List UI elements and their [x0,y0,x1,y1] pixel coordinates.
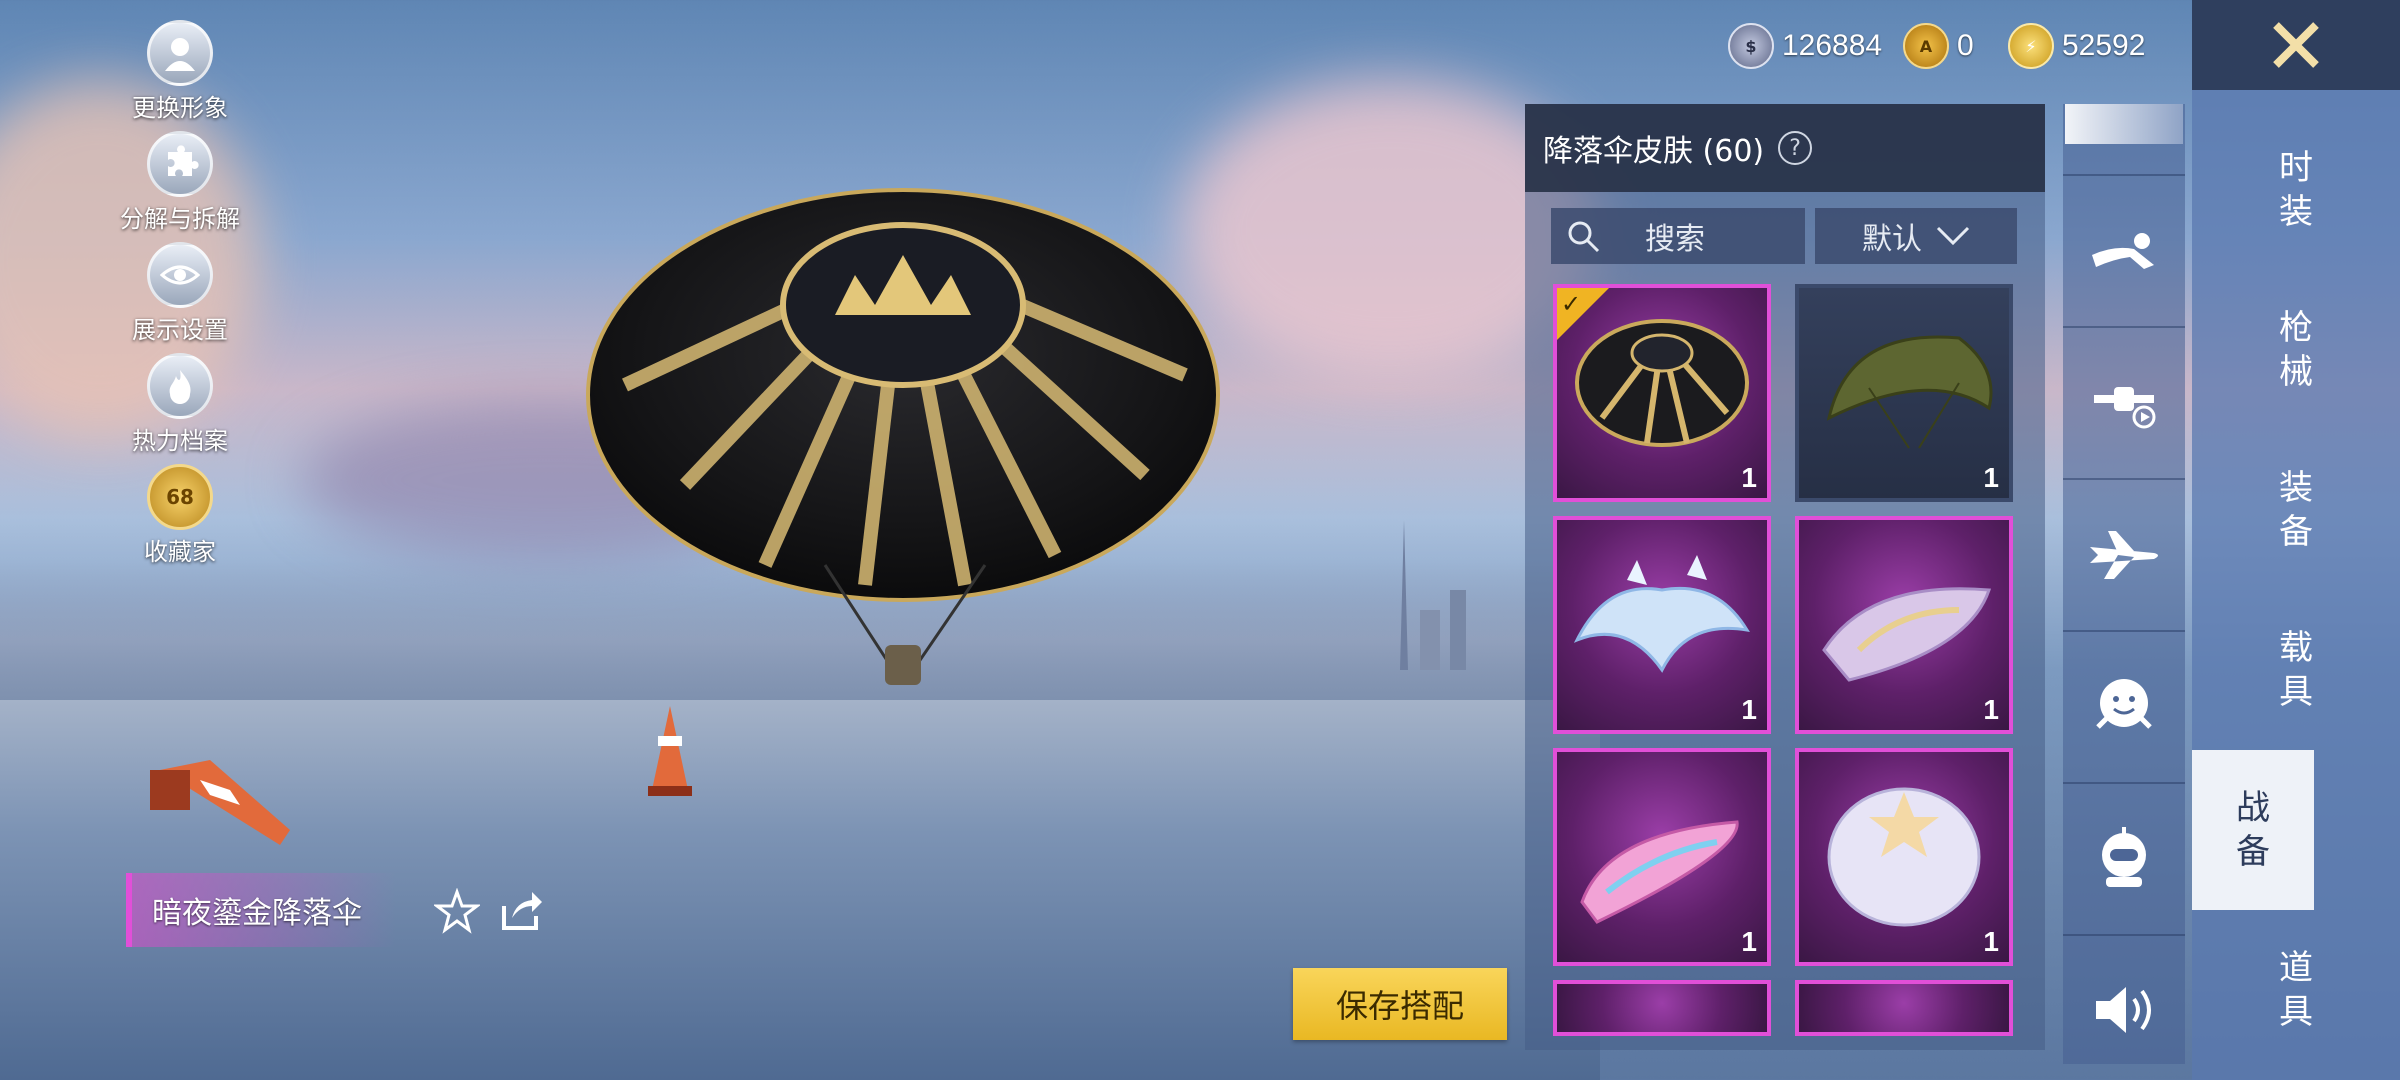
panel-header: 降落伞皮肤 (60) ? [1525,104,2045,192]
category-label: 装备 [2279,468,2313,552]
sub-category-skydive[interactable] [2063,174,2185,324]
puzzle-icon [147,131,213,197]
category-label: 道具 [2279,948,2313,1032]
tower-icon [1400,520,1466,670]
drone-icon [2094,387,2156,429]
sub-category-emote[interactable] [2063,630,2185,780]
skydive-icon [2092,233,2154,269]
panel-title: 降落伞皮肤 (60) [1543,134,1765,169]
collector-level: 68 [166,485,194,509]
sub-category-plane[interactable] [2063,478,2185,628]
a-coin-icon: A [1903,23,1949,69]
sort-label: 默认 [1862,222,1922,257]
parachute-gold-icon [1575,319,1749,447]
skin-card[interactable]: 1 [1553,748,1771,966]
item-name-banner: 暗夜鎏金降落伞 [126,873,396,947]
search-row: 搜索 默认 [1551,208,2017,264]
skin-card[interactable]: 1 [1553,516,1771,734]
category-label: 战备 [2236,788,2270,872]
collector-button[interactable]: 68 收藏家 [110,464,250,567]
sort-dropdown[interactable]: 默认 [1815,208,2017,264]
sub-category-column [2063,104,2185,1064]
skin-card[interactable]: 1 [1795,284,2013,502]
left-menu: 更换形象 分解与拆解 展示设置 热力档案 68 收藏家 [110,20,250,575]
parachute-pearl-icon [1827,787,1981,927]
parachute-pink-icon [1580,820,1739,924]
skin-card[interactable]: ✓ 1 [1553,284,1771,502]
currency-silver: $ 126884 [1728,18,1882,74]
collector-label: 收藏家 [144,538,216,566]
parachute-olive-icon [1826,335,1993,449]
traffic-cone-icon [648,706,692,796]
category-label: 时装 [2279,148,2313,232]
display-settings-label: 展示设置 [132,316,228,344]
heat-archive-button[interactable]: 热力档案 [110,353,250,456]
category-label: 枪械 [2279,308,2313,392]
sub-category-speaker[interactable] [2063,934,2185,1080]
save-outfit-label: 保存搭配 [1335,987,1464,1025]
change-avatar-button[interactable]: 更换形象 [110,20,250,123]
category-fashion[interactable]: 时装 [2192,110,2400,270]
search-placeholder: 搜索 [1645,222,1705,257]
skin-card[interactable] [1553,980,1771,1036]
skins-panel: 降落伞皮肤 (60) ? 搜索 默认 ✓ 1 1 1 1 1 1 [1525,104,2045,1050]
emote-icon [2096,679,2152,729]
decompose-button[interactable]: 分解与拆解 [110,131,250,234]
parachute-preview[interactable] [585,185,1220,685]
skin-count: 1 [1741,462,1757,493]
save-outfit-button[interactable]: 保存搭配 [1293,968,1507,1040]
category-vehicles[interactable]: 载具 [2192,590,2400,750]
skin-count: 1 [1983,926,1999,957]
heat-archive-label: 热力档案 [132,427,228,455]
display-settings-button[interactable]: 展示设置 [110,242,250,345]
traffic-cone-icon [150,760,290,845]
skin-card[interactable]: 1 [1795,748,2013,966]
category-weapons[interactable]: 枪械 [2192,270,2400,430]
bp-coin-icon: ⚡ [2008,23,2054,69]
share-icon[interactable] [498,888,544,934]
skin-count: 1 [1741,694,1757,725]
speaker-icon [2096,987,2151,1033]
sub-category-companion[interactable] [2063,782,2185,932]
skin-card[interactable] [1795,980,2013,1036]
close-icon [2273,22,2319,68]
category-column: 时装 枪械 装备 载具 战备 道具 [2192,90,2400,1080]
change-avatar-label: 更换形象 [132,94,228,122]
category-battle-gear[interactable]: 战备 [2192,750,2314,910]
category-props[interactable]: 道具 [2192,910,2400,1070]
silver-value: 126884 [1782,29,1883,62]
close-button[interactable] [2192,0,2400,90]
a-value: 0 [1957,29,1974,62]
companion-icon [2102,827,2146,887]
category-label: 载具 [2279,628,2313,712]
avatar-icon [147,20,213,86]
currency-a: A 0 [1903,18,1974,74]
decompose-label: 分解与拆解 [120,205,240,233]
help-icon[interactable]: ? [1778,131,1813,165]
collector-badge-icon: 68 [147,464,213,530]
chevron-down-icon [1936,226,1970,246]
star-icon[interactable] [434,888,480,934]
bp-value: 52592 [2062,29,2146,62]
skin-card[interactable]: 1 [1795,516,2013,734]
silver-coin-icon: $ [1728,23,1774,69]
search-icon [1568,221,1600,253]
search-input[interactable]: 搜索 [1551,208,1805,264]
parachute-ice-icon [1573,555,1750,673]
category-equipment[interactable]: 装备 [2192,430,2400,590]
eye-icon [147,242,213,308]
skin-count: 1 [1983,694,1999,725]
skin-count: 1 [1983,462,1999,493]
currency-bp: ⚡ 52592 [2008,18,2145,74]
sub-category-drone[interactable] [2063,326,2185,476]
flame-icon [147,353,213,419]
skin-count: 1 [1741,926,1757,957]
sub-category-indicator [2065,104,2183,144]
plane-icon [2090,531,2158,579]
parachute-crystal-icon [1822,587,1992,682]
item-name: 暗夜鎏金降落伞 [152,896,362,931]
